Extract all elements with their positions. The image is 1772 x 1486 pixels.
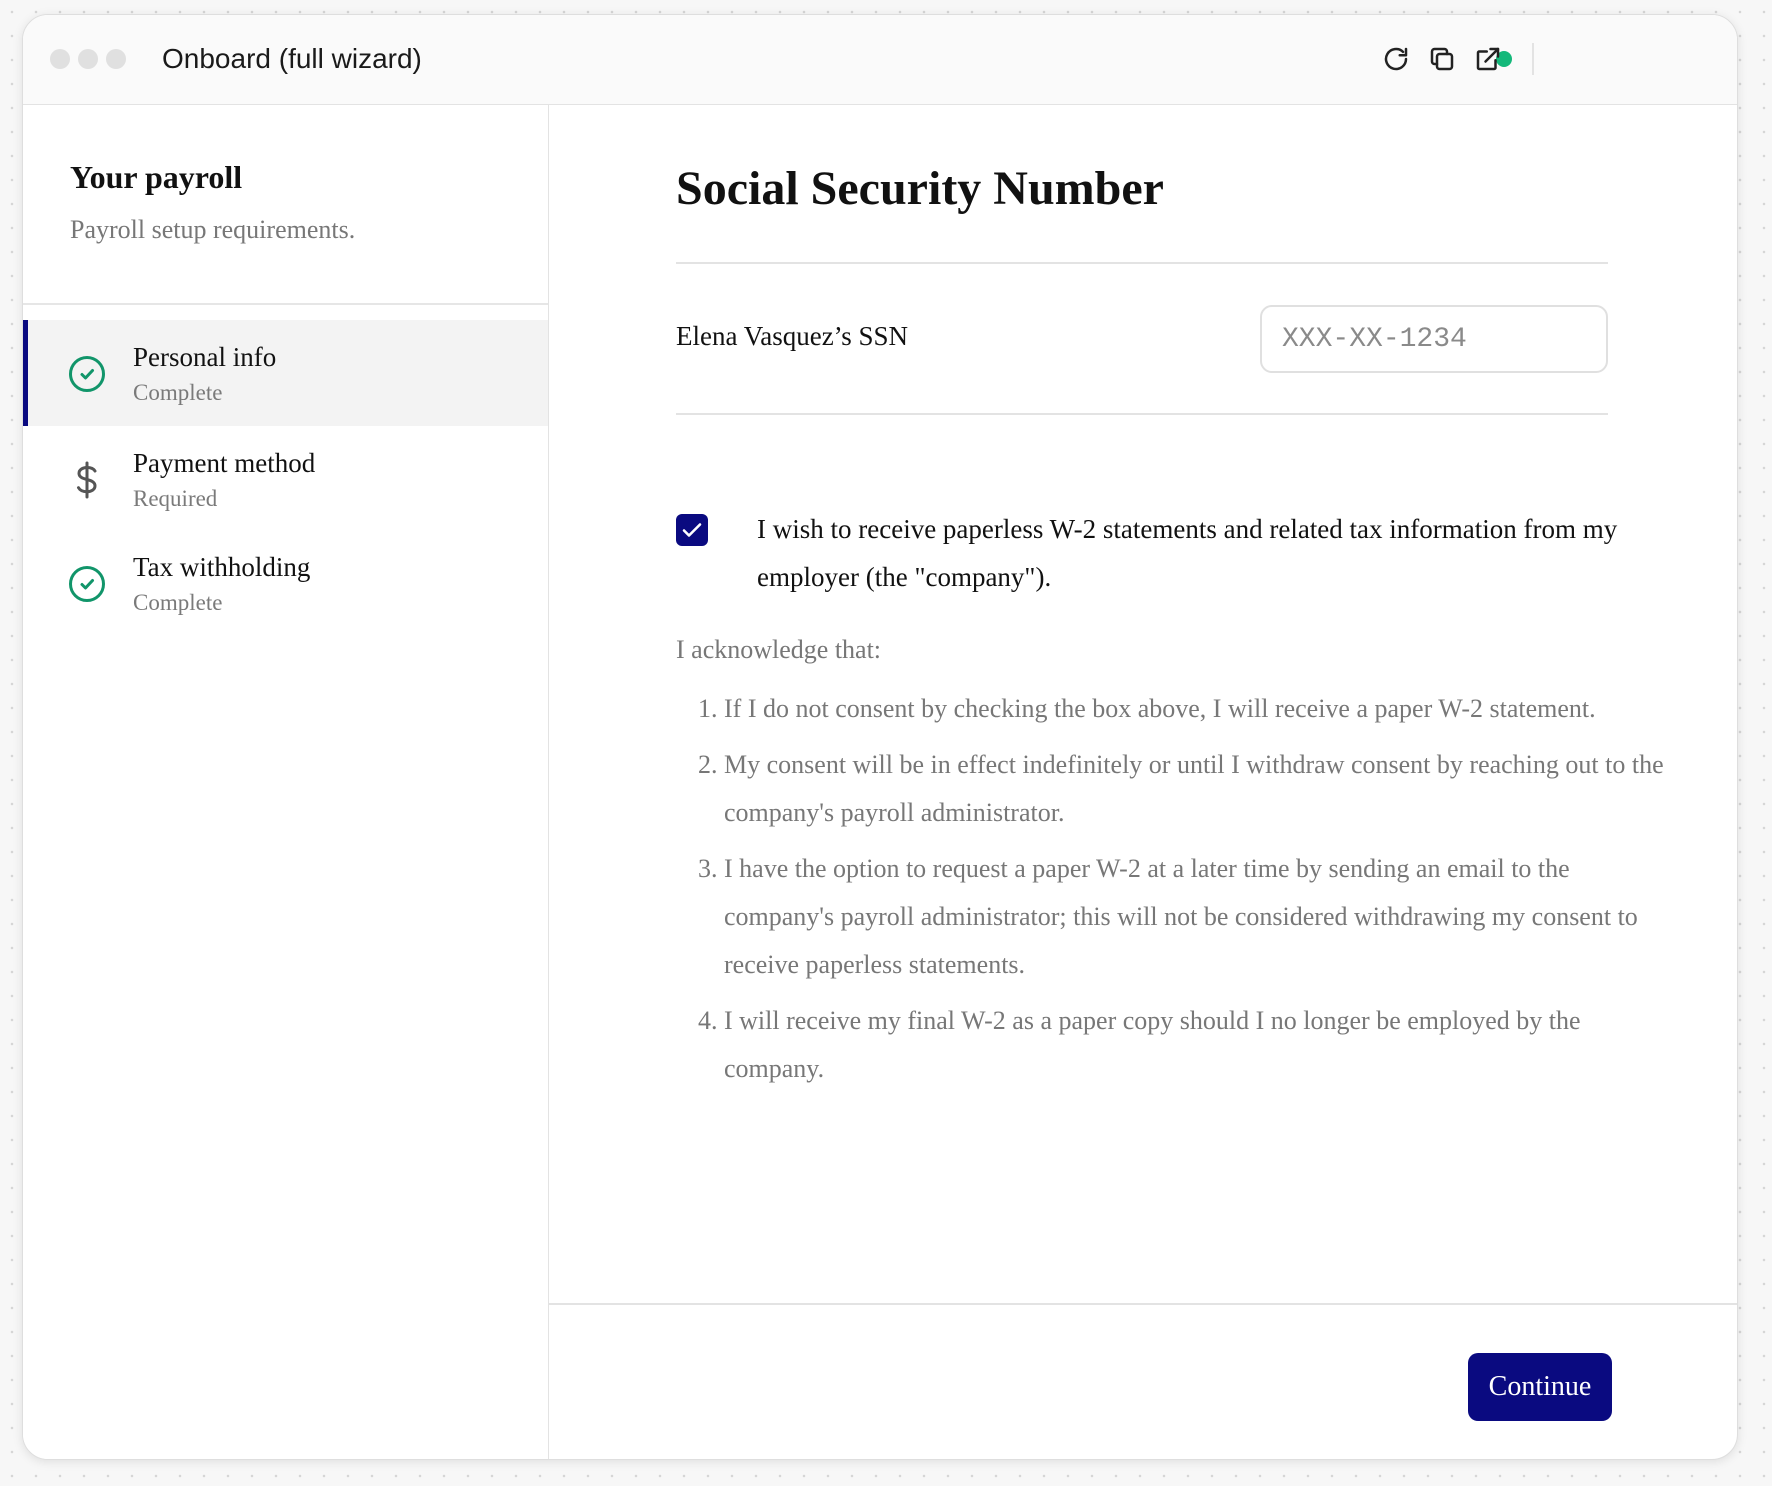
check-circle-icon	[67, 354, 107, 394]
title-bar: Onboard (full wizard)	[23, 15, 1737, 105]
acknowledge-intro: I acknowledge that:	[676, 635, 882, 664]
copy-icon[interactable]	[1427, 44, 1457, 74]
window-minimize-dot[interactable]	[78, 49, 98, 69]
sidebar: Your payroll Payroll setup requirements.…	[23, 105, 549, 1459]
app-window: Onboard (full wizard) Your payroll Payro…	[22, 14, 1738, 1460]
check-circle-icon	[67, 564, 107, 604]
sidebar-step-tax-withholding[interactable]: Tax withholding Complete	[23, 530, 548, 636]
external-link-icon[interactable]	[1473, 44, 1503, 74]
step-label: Tax withholding	[133, 552, 311, 582]
ssn-label: Elena Vasquez’s SSN	[676, 321, 908, 351]
step-status: Required	[133, 486, 218, 511]
sidebar-step-personal-info[interactable]: Personal info Complete	[23, 320, 548, 426]
paperless-consent-checkbox[interactable]	[676, 514, 708, 546]
sidebar-step-payment-method[interactable]: Payment method Required	[23, 426, 548, 532]
sidebar-title: Your payroll	[70, 159, 243, 195]
toolbar-divider	[1532, 43, 1534, 75]
ssn-input[interactable]	[1260, 305, 1608, 373]
acknowledge-list: If I do not consent by checking the box …	[676, 685, 1674, 1101]
window-title: Onboard (full wizard)	[162, 43, 422, 74]
refresh-icon[interactable]	[1381, 44, 1411, 74]
footer-divider	[549, 1303, 1737, 1305]
sidebar-divider	[23, 303, 548, 305]
title-divider	[676, 262, 1608, 264]
sidebar-subtitle: Payroll setup requirements.	[70, 215, 356, 244]
step-label: Personal info	[133, 342, 277, 372]
list-item: I have the option to request a paper W-2…	[724, 845, 1674, 989]
list-item: My consent will be in effect indefinitel…	[724, 741, 1674, 837]
window-close-dot[interactable]	[50, 49, 70, 69]
continue-button[interactable]: Continue	[1468, 1353, 1612, 1421]
main-content: Social Security Number Elena Vasquez’s S…	[549, 105, 1737, 1459]
step-label: Payment method	[133, 448, 316, 478]
page-title: Social Security Number	[676, 162, 1164, 215]
consent-text: I wish to receive paperless W-2 statemen…	[757, 514, 1618, 592]
list-item: If I do not consent by checking the box …	[724, 685, 1674, 733]
dollar-icon	[67, 460, 107, 500]
step-status: Complete	[133, 380, 223, 405]
field-divider	[676, 413, 1608, 415]
step-status: Complete	[133, 590, 223, 615]
list-item: I will receive my final W-2 as a paper c…	[724, 997, 1674, 1093]
window-maximize-dot[interactable]	[106, 49, 126, 69]
